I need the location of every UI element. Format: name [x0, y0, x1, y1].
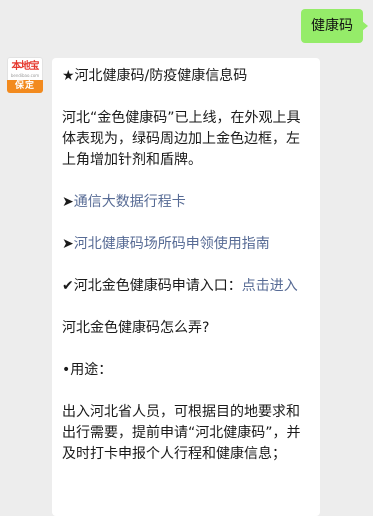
entry-prefix: ✔河北金色健康码申请入口：: [62, 278, 242, 294]
usage-text: 出入河北省人员，可根据目的地要求和出行需要，提前申请“河北健康码”，并及时打卡申…: [62, 404, 301, 462]
message-title: ★河北健康码/防疫健康信息码: [62, 68, 248, 84]
message-intro: 河北“金色健康码”已上线，在外观上具体表现为，绿码周边加上金色边框，左上角增加针…: [62, 110, 301, 168]
chat-window: 健康码 本地宝 bendibao.com 保定 ★河北健康码/防疫健康信息码 河…: [0, 0, 373, 516]
outgoing-message-row: 健康码: [301, 9, 368, 43]
message-question: 河北金色健康码怎么弄?: [62, 320, 210, 336]
avatar-logo-subtext: bendibao.com: [10, 73, 40, 78]
arrow-icon: ➤: [62, 236, 74, 252]
venue-code-guide-link[interactable]: 河北健康码场所码申领使用指南: [74, 236, 270, 252]
incoming-message-bubble: ★河北健康码/防疫健康信息码 河北“金色健康码”已上线，在外观上具体表现为，绿码…: [52, 58, 320, 516]
avatar-logo-text: 本地宝: [11, 61, 40, 72]
trip-card-link[interactable]: 通信大数据行程卡: [74, 194, 186, 210]
avatar-city-badge: 保定: [7, 80, 43, 93]
sender-avatar[interactable]: 本地宝 bendibao.com 保定: [7, 57, 43, 93]
link-row-trip-card: ➤通信大数据行程卡: [62, 192, 310, 213]
entry-row: ✔河北金色健康码申请入口：点击进入: [62, 276, 310, 297]
apply-entry-link[interactable]: 点击进入: [242, 278, 298, 294]
link-row-venue-code-guide: ➤河北健康码场所码申领使用指南: [62, 234, 310, 255]
arrow-icon: ➤: [62, 194, 74, 210]
usage-label: •用途：: [62, 362, 113, 378]
outgoing-message-bubble[interactable]: 健康码: [301, 9, 368, 43]
